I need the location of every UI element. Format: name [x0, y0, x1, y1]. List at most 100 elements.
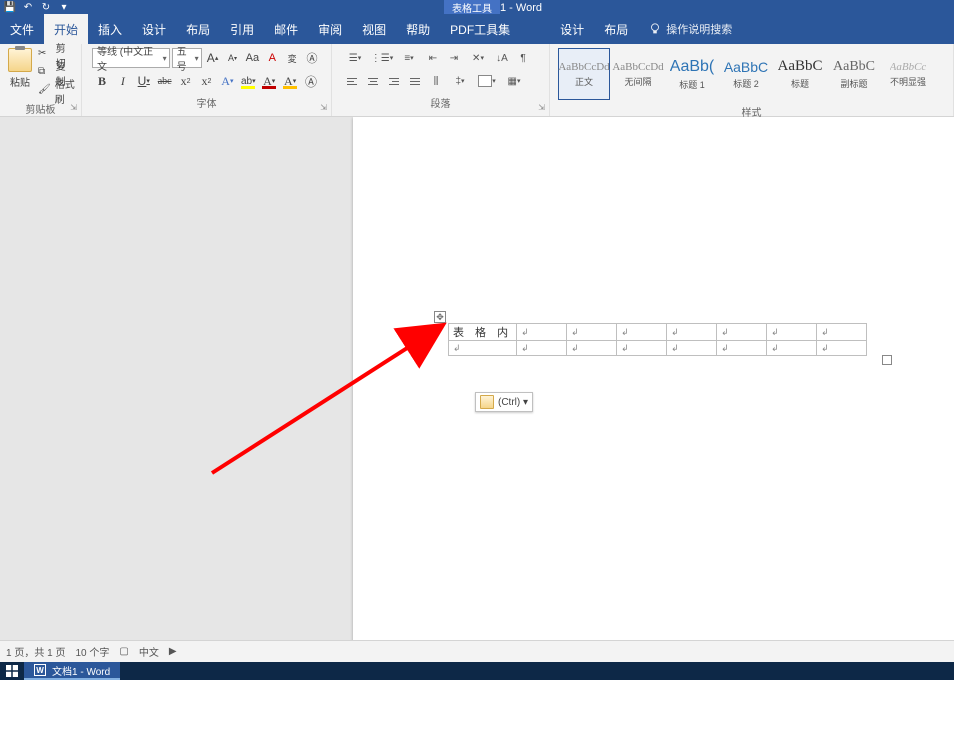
show-marks-button[interactable]: ¶ [513, 48, 533, 68]
paste-options-button[interactable]: (Ctrl) ▾ [475, 392, 533, 412]
clear-format-button[interactable]: A [263, 48, 281, 68]
tab-mailings[interactable]: 邮件 [264, 14, 308, 44]
bullets-icon: ☰ [349, 53, 358, 64]
char-border-button[interactable]: Ⓐ [301, 71, 321, 91]
table-move-handle[interactable]: ✥ [434, 311, 446, 323]
document-page[interactable] [353, 117, 954, 640]
table-cell[interactable]: ↲ [567, 324, 617, 341]
font-launcher[interactable]: ⇲ [320, 103, 327, 112]
page-count[interactable]: 1 页，共 1 页 [6, 644, 65, 659]
table-cell[interactable]: ↲ [567, 341, 617, 356]
tab-references[interactable]: 引用 [220, 14, 264, 44]
underline-button[interactable]: U▾ [134, 71, 154, 91]
bullets-button[interactable]: ☰▾ [342, 48, 368, 68]
tab-design[interactable]: 设计 [132, 14, 176, 44]
tab-table-design[interactable]: 设计 [550, 14, 594, 44]
table-cell[interactable]: ↲ [617, 324, 667, 341]
style-subtle-emphasis[interactable]: AaBbCc 不明显强 [882, 48, 934, 100]
align-right-button[interactable] [384, 71, 404, 91]
borders-button[interactable]: ▦▾ [501, 71, 527, 91]
document-area[interactable]: ✥ 表 格 内 ↲ ↲ ↲ ↲ ↲ ↲ ↲ ↲ ↲ ↲ ↲ ↲ ↲ ↲ ↲ (C… [0, 117, 954, 640]
style-heading1[interactable]: AaBb( 标题 1 [666, 48, 718, 100]
spell-check-icon[interactable]: ▢ [119, 646, 128, 657]
table-row[interactable]: 表 格 内 ↲ ↲ ↲ ↲ ↲ ↲ ↲ [449, 324, 867, 341]
strikethrough-button[interactable]: abc [155, 71, 175, 91]
paragraph-launcher[interactable]: ⇲ [538, 103, 545, 112]
sort-button[interactable]: ↓A [492, 48, 512, 68]
style-no-spacing[interactable]: AaBbCcDd 无间隔 [612, 48, 664, 100]
subscript-button[interactable]: x2 [176, 71, 196, 91]
justify-button[interactable] [405, 71, 425, 91]
enclose-char-button[interactable]: Ⓐ [303, 48, 321, 68]
shading-button[interactable]: ▾ [474, 71, 500, 91]
asian-layout-button[interactable]: ✕▾ [465, 48, 491, 68]
char-shading-button[interactable]: A▾ [280, 71, 300, 91]
format-painter-button[interactable]: 🖌 格式刷 [38, 82, 75, 99]
style-heading2[interactable]: AaBbC 标题 2 [720, 48, 772, 100]
table-resize-handle[interactable] [882, 355, 892, 365]
start-button[interactable] [0, 662, 24, 680]
table-cell[interactable]: ↲ [767, 341, 817, 356]
numbering-button[interactable]: ⋮☰▾ [369, 48, 395, 68]
tab-layout[interactable]: 布局 [176, 14, 220, 44]
decrease-indent-button[interactable]: ⇤ [423, 48, 443, 68]
bold-button[interactable]: B [92, 71, 112, 91]
tell-me-search[interactable]: 操作说明搜索 [648, 21, 732, 37]
document-table[interactable]: 表 格 内 ↲ ↲ ↲ ↲ ↲ ↲ ↲ ↲ ↲ ↲ ↲ ↲ ↲ ↲ ↲ [448, 323, 867, 356]
font-name-select[interactable]: 等线 (中文正文 ▾ [92, 48, 170, 68]
table-cell[interactable]: ↲ [817, 324, 867, 341]
table-cell[interactable]: ↲ [517, 341, 567, 356]
table-cell[interactable]: ↲ [617, 341, 667, 356]
tab-review[interactable]: 审阅 [308, 14, 352, 44]
increase-indent-button[interactable]: ⇥ [444, 48, 464, 68]
style-normal[interactable]: AaBbCcDd 正文 [558, 48, 610, 100]
taskbar-word-app[interactable]: W 文档1 - Word [24, 662, 120, 680]
table-cell[interactable]: ↲ [817, 341, 867, 356]
tab-help[interactable]: 帮助 [396, 14, 440, 44]
text-effects-button[interactable]: A▾ [217, 71, 237, 91]
style-label: 副标题 [840, 77, 867, 90]
tab-pdf-tools[interactable]: PDF工具集 [440, 14, 520, 44]
style-subtitle[interactable]: AaBbC 副标题 [828, 48, 880, 100]
align-left-button[interactable] [342, 71, 362, 91]
table-cell[interactable]: ↲ [767, 324, 817, 341]
shrink-font-button[interactable]: A▾ [224, 48, 242, 68]
italic-button[interactable]: I [113, 71, 133, 91]
style-title[interactable]: AaBbC 标题 [774, 48, 826, 100]
table-cell[interactable]: ↲ [717, 324, 767, 341]
grow-font-button[interactable]: A▴ [204, 48, 222, 68]
line-spacing-button[interactable]: ‡▾ [447, 71, 473, 91]
font-name-value: 等线 (中文正文 [97, 43, 155, 73]
macro-record-icon[interactable]: ▶ [169, 646, 177, 657]
phonetic-guide-button[interactable]: 変 [283, 48, 301, 68]
tab-file[interactable]: 文件 [0, 14, 44, 44]
language-status[interactable]: 中文 [139, 644, 159, 659]
superscript-button[interactable]: x2 [197, 71, 217, 91]
table-row[interactable]: ↲ ↲ ↲ ↲ ↲ ↲ ↲ ↲ [449, 341, 867, 356]
word-app-icon: W [34, 664, 46, 676]
paste-button[interactable]: 粘贴 [6, 46, 34, 91]
tab-view[interactable]: 视图 [352, 14, 396, 44]
paragraph-group-label: 段落 [338, 93, 543, 112]
clipboard-launcher[interactable]: ⇲ [70, 103, 77, 112]
save-icon[interactable]: 💾 [4, 1, 16, 13]
table-cell[interactable]: ↲ [517, 324, 567, 341]
table-cell[interactable]: ↲ [667, 324, 717, 341]
font-size-select[interactable]: 五号 ▾ [172, 48, 202, 68]
table-cell[interactable]: ↲ [717, 341, 767, 356]
font-color-button[interactable]: A▾ [259, 71, 279, 91]
tab-table-layout[interactable]: 布局 [594, 14, 638, 44]
table-cell[interactable]: ↲ [449, 341, 517, 356]
undo-icon[interactable]: ↶ [22, 1, 34, 13]
distributed-button[interactable]: ⫼ [426, 71, 446, 91]
table-cell[interactable]: 表 格 内 [449, 324, 517, 341]
highlight-button[interactable]: ab▾ [238, 71, 258, 91]
change-case-button[interactable]: Aa [243, 48, 261, 68]
word-count[interactable]: 10 个字 [75, 644, 109, 659]
qat-customize-icon[interactable]: ▾ [58, 1, 70, 13]
redo-icon[interactable]: ↻ [40, 1, 52, 13]
table-cell[interactable]: ↲ [667, 341, 717, 356]
tab-insert[interactable]: 插入 [88, 14, 132, 44]
multilevel-list-button[interactable]: ≡▾ [396, 48, 422, 68]
align-center-button[interactable] [363, 71, 383, 91]
